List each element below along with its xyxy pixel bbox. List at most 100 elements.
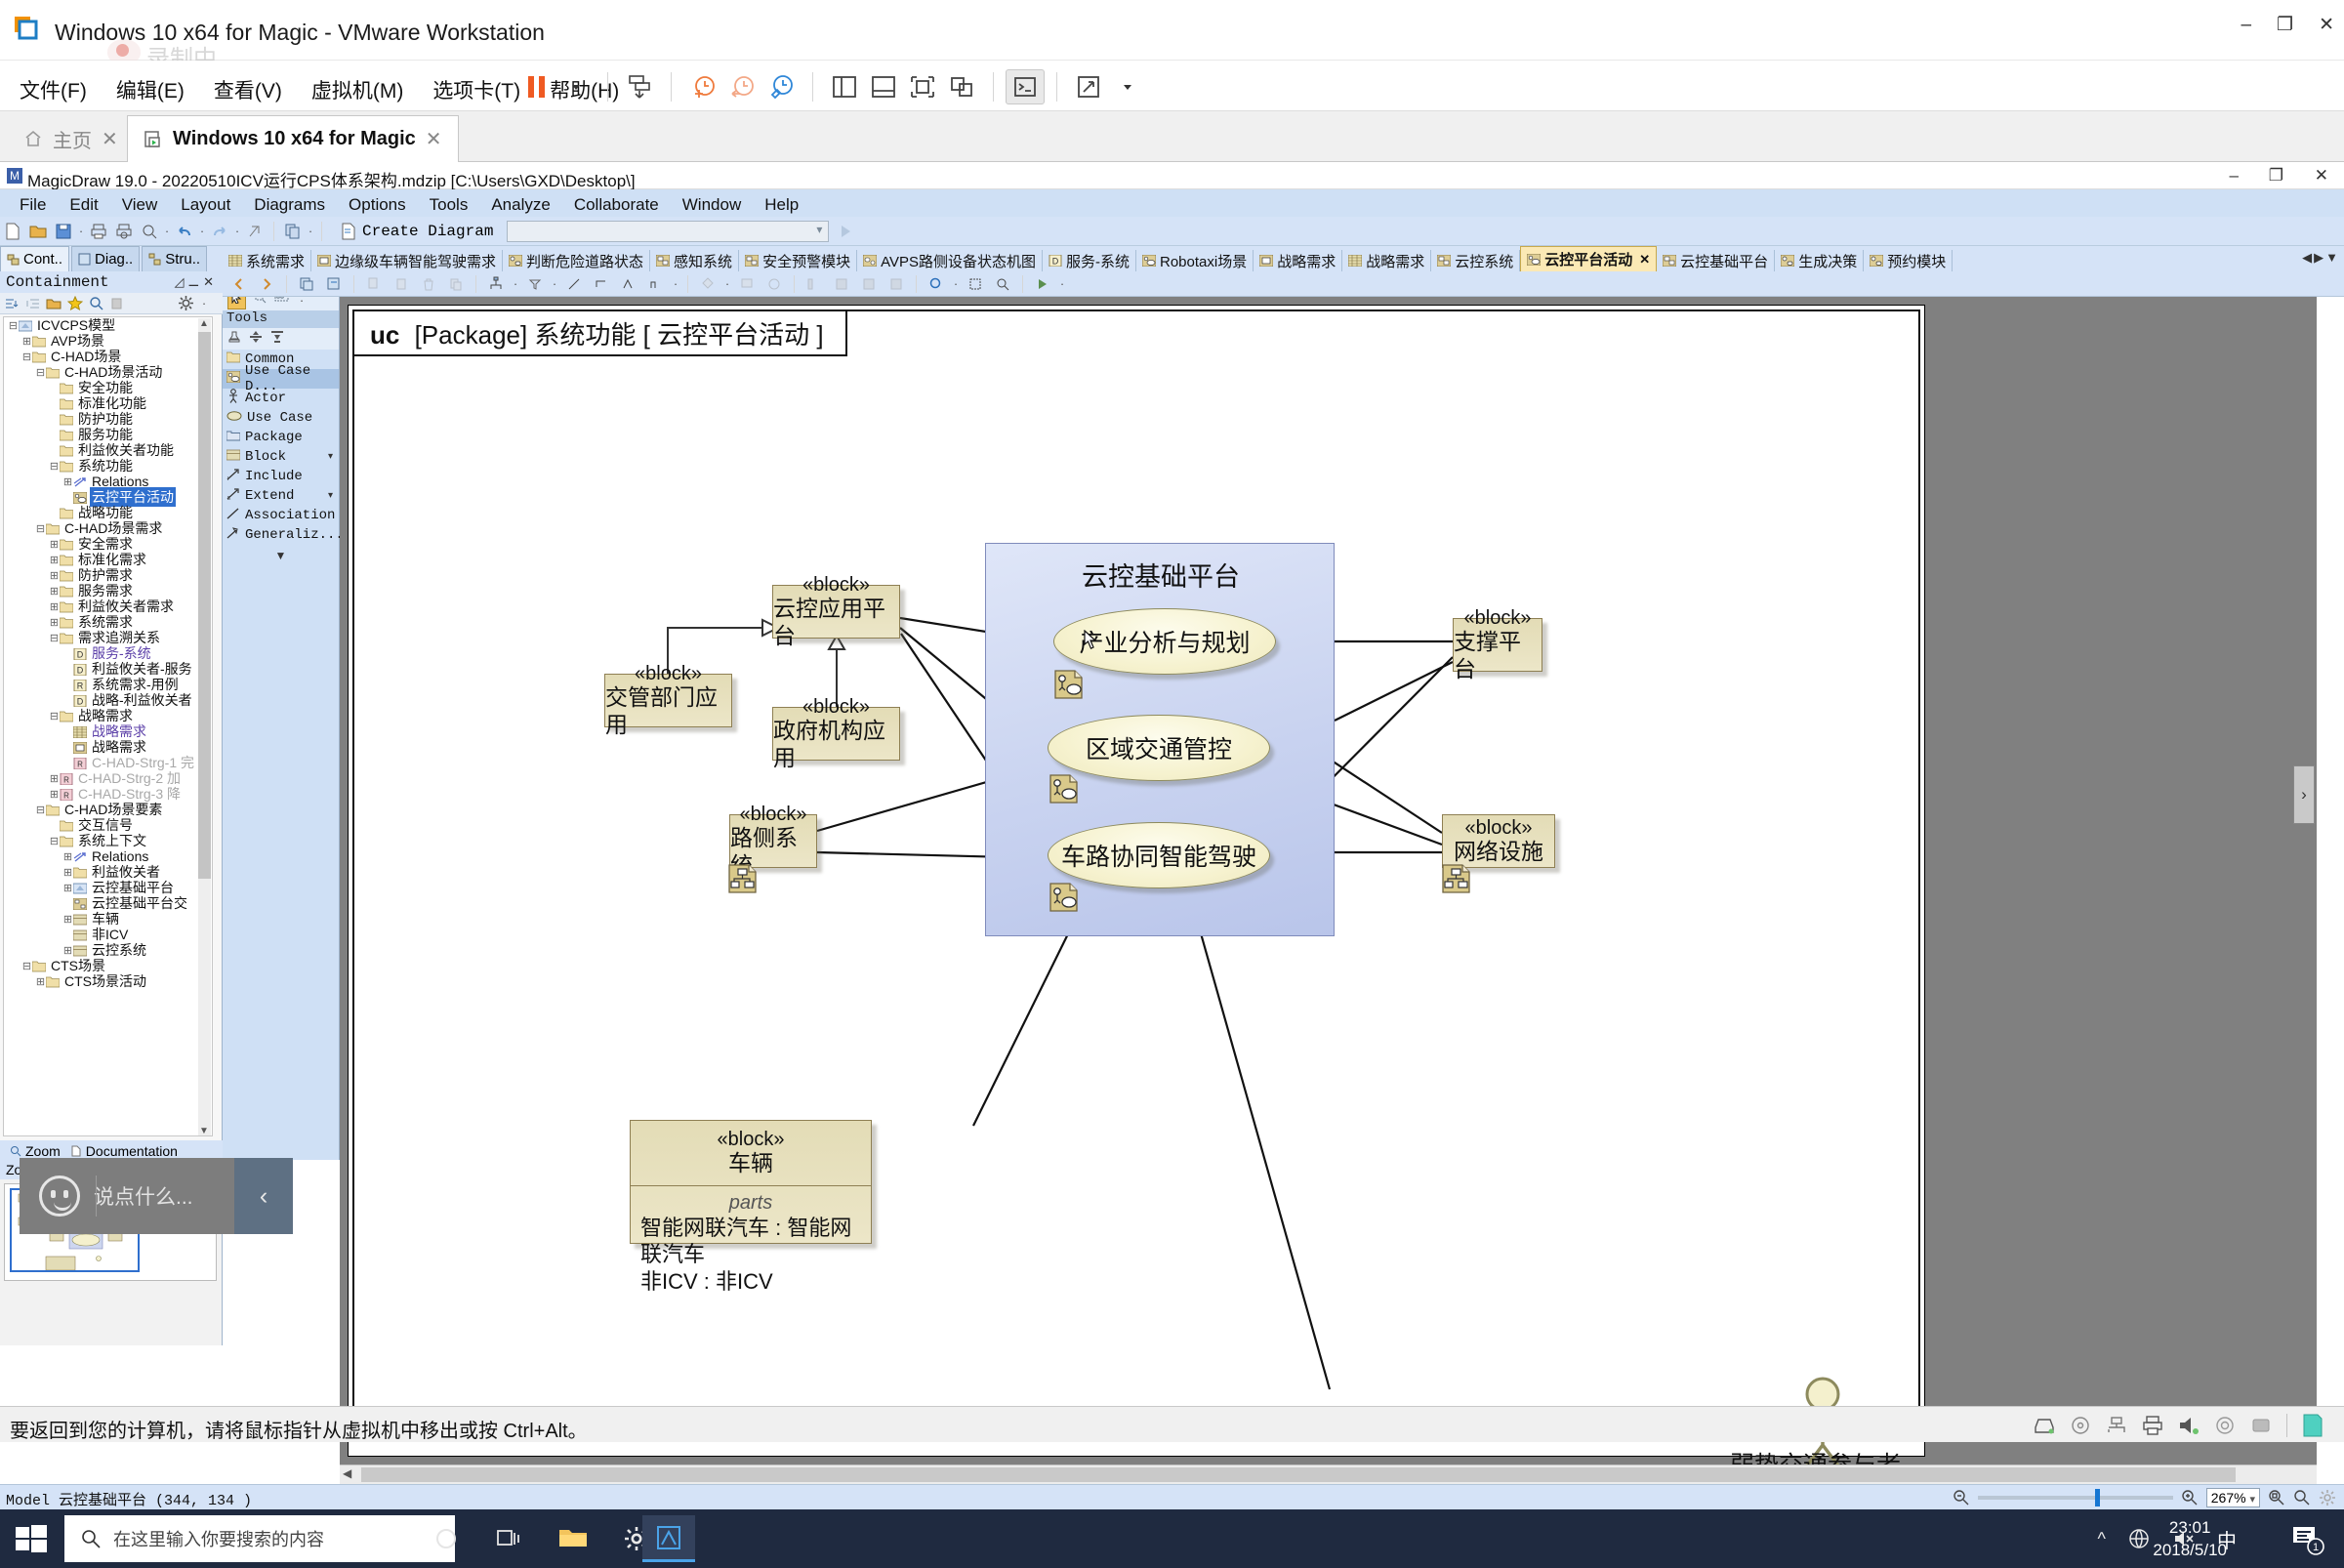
panel-tab-diagrams[interactable]: Diag.. xyxy=(71,246,140,271)
fit-icon[interactable] xyxy=(963,271,988,297)
copy-icon[interactable] xyxy=(280,219,306,244)
md-menu-options[interactable]: Options xyxy=(339,193,416,217)
panel-tab-structure[interactable]: Stru.. xyxy=(142,246,207,271)
cortana-bar[interactable]: 说点什么... ‹ xyxy=(20,1158,293,1234)
relation-filter-icon[interactable] xyxy=(522,271,548,297)
edit-style-icon[interactable] xyxy=(294,271,319,297)
tree-item[interactable]: ⊞云控系统 xyxy=(4,942,212,958)
bottom-tab-documentation[interactable]: Documentation xyxy=(70,1143,178,1159)
apply-style-icon[interactable] xyxy=(321,271,347,297)
containment-tree[interactable]: ⊟ICVCPS模型⊞AVP场景⊟C-HAD场景⊟C-HAD场景活动安全功能标准化… xyxy=(3,316,213,1136)
undo-icon[interactable] xyxy=(172,219,197,244)
tree-expander-icon[interactable]: ⊞ xyxy=(49,600,60,613)
pause-icon[interactable] xyxy=(517,69,556,104)
bend-icon[interactable] xyxy=(643,271,669,297)
zoom-slider-knob[interactable] xyxy=(2095,1489,2100,1506)
notification-center-icon[interactable]: 1 xyxy=(2289,1521,2324,1556)
paste-style-icon[interactable] xyxy=(389,271,414,297)
favorites-star-icon[interactable] xyxy=(67,296,83,310)
vmware-tab-vm[interactable]: Windows 10 x64 for Magic ✕ xyxy=(127,115,459,162)
zoom-fit-icon[interactable] xyxy=(2268,1489,2285,1506)
block-交管部门应用[interactable]: «block»交管部门应用 xyxy=(604,674,732,727)
md-menu-collaborate[interactable]: Collaborate xyxy=(564,193,669,217)
unity-mode-icon[interactable] xyxy=(942,69,981,104)
vmware-tab-home-close[interactable]: ✕ xyxy=(102,127,118,151)
zoom-slider[interactable] xyxy=(1978,1496,2173,1500)
magicdraw-maximize-button[interactable]: ❐ xyxy=(2269,166,2283,186)
diagram-tab[interactable]: 判断危险道路状态 xyxy=(503,250,650,271)
tree-expander-icon[interactable]: ⊞ xyxy=(35,975,46,988)
align-distribute-icon[interactable] xyxy=(856,271,882,297)
zoom-tool-dropdown-icon[interactable]: · xyxy=(951,276,961,291)
hscroll-thumb[interactable] xyxy=(361,1467,2236,1482)
network-icon[interactable] xyxy=(2127,1527,2151,1550)
taskview-cortana-icon[interactable] xyxy=(420,1515,473,1562)
rectilinear-icon[interactable] xyxy=(589,271,614,297)
md-menu-edit[interactable]: Edit xyxy=(60,193,107,217)
chevron-down-icon[interactable]: ▾ xyxy=(328,490,333,502)
network-adapter-icon[interactable] xyxy=(2105,1416,2128,1435)
tree-item[interactable]: ⊟系统上下文 xyxy=(4,833,212,848)
console-icon[interactable] xyxy=(1006,69,1045,104)
redo-dropdown-icon[interactable]: · xyxy=(232,224,242,238)
undo-dropdown-icon[interactable]: · xyxy=(197,224,207,238)
usb-icon[interactable] xyxy=(2249,1416,2273,1435)
tree-expander-icon[interactable]: ⊞ xyxy=(49,772,60,785)
palette-item-include[interactable]: IInclude xyxy=(223,467,339,486)
tree-expander-icon[interactable]: ⊟ xyxy=(35,522,46,535)
align-center-icon[interactable] xyxy=(829,271,854,297)
hscroll-left-arrow-icon[interactable]: ◀ xyxy=(343,1466,351,1480)
save-dropdown-icon[interactable]: · xyxy=(76,224,86,238)
stretch-icon[interactable] xyxy=(1069,69,1108,104)
taskbar-search-box[interactable]: 在这里输入你要搜索的内容 xyxy=(64,1515,455,1562)
layout-icon[interactable] xyxy=(483,271,509,297)
tree-expander-icon[interactable]: ⊞ xyxy=(62,944,73,957)
vmware-tools-icon[interactable] xyxy=(2301,1413,2324,1438)
play-simulation-icon[interactable] xyxy=(1030,271,1055,297)
tree-expander-icon[interactable]: ⊞ xyxy=(49,569,60,582)
fill-color-icon[interactable] xyxy=(695,271,720,297)
magicdraw-minimize-button[interactable]: – xyxy=(2230,166,2239,186)
tray-expand-icon[interactable]: ^ xyxy=(2098,1529,2106,1549)
md-menu-tools[interactable]: Tools xyxy=(420,193,478,217)
diagram-tab[interactable]: 感知系统 xyxy=(650,250,739,271)
camera-icon[interactable] xyxy=(2214,1415,2236,1436)
save-project-icon[interactable] xyxy=(51,219,76,244)
sound-icon[interactable] xyxy=(2177,1415,2200,1436)
tree-expander-icon[interactable]: ⊟ xyxy=(49,632,60,644)
bend-dropdown-icon[interactable]: · xyxy=(671,276,680,291)
tree-expander-icon[interactable]: ⊞ xyxy=(49,616,60,629)
run-icon[interactable] xyxy=(833,219,858,244)
cortana-main[interactable]: 说点什么... xyxy=(20,1158,234,1234)
magicdraw-taskbar-icon[interactable] xyxy=(642,1515,695,1562)
printer-icon[interactable] xyxy=(2142,1415,2163,1436)
tree-expander-icon[interactable]: ⊞ xyxy=(49,585,60,598)
palette-item-extend[interactable]: EExtend▾ xyxy=(223,486,339,506)
diagram-tab[interactable]: Robotaxi场景 xyxy=(1136,250,1254,271)
stretch-dropdown-icon[interactable] xyxy=(1108,69,1147,104)
tree-expander-icon[interactable]: ⊞ xyxy=(49,788,60,801)
tree-expander-icon[interactable]: ⊞ xyxy=(62,866,73,879)
taskbar-clock[interactable]: 23:01 2018/5/10 xyxy=(2153,1517,2227,1562)
block-路侧系统[interactable]: «block»路侧系统 xyxy=(729,814,817,868)
zoom-reset-icon[interactable] xyxy=(2293,1489,2311,1506)
vmware-tab-home[interactable]: 主页 ✕ xyxy=(8,115,134,162)
use-case-区域交通管控[interactable]: 区域交通管控 xyxy=(1048,715,1270,781)
vmware-menu-vm[interactable]: 虚拟机(M) xyxy=(302,70,413,109)
panel-tab-containment[interactable]: Cont.. xyxy=(0,246,69,271)
md-menu-window[interactable]: Window xyxy=(673,193,751,217)
diagram-tab[interactable]: 战略需求 xyxy=(1342,250,1431,271)
use-case-车路协同智能驾驶[interactable]: 车路协同智能驾驶 xyxy=(1048,822,1270,888)
tree-scrollbar[interactable]: ▲ ▼ xyxy=(198,318,211,1136)
hard-disk-icon[interactable] xyxy=(2033,1416,2056,1435)
block-政府机构应用[interactable]: «block»政府机构应用 xyxy=(772,707,900,761)
new-project-icon[interactable] xyxy=(0,219,25,244)
palette-more-icon[interactable]: ▼ xyxy=(223,549,339,562)
canvas-horizontal-scrollbar[interactable]: ◀ xyxy=(340,1465,2317,1484)
vmware-menu-edit[interactable]: 编辑(E) xyxy=(106,70,194,109)
block-vehicle[interactable]: «block» 车辆 parts 智能网联汽车 : 智能网联汽车 非ICV : … xyxy=(630,1120,872,1244)
stamp-tool-icon[interactable] xyxy=(227,330,241,349)
block-网络设施[interactable]: «block»网络设施 xyxy=(1442,814,1555,868)
chevron-down-icon[interactable]: ▾ xyxy=(328,451,333,463)
magicdraw-close-button[interactable]: ✕ xyxy=(2315,166,2328,186)
